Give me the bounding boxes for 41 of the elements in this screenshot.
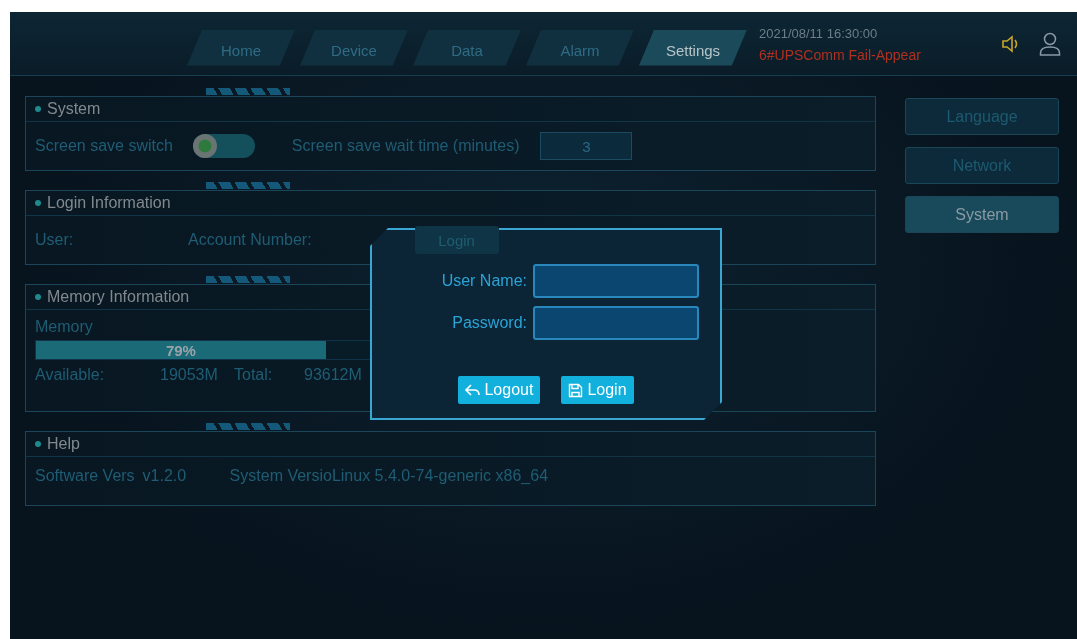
user-icon[interactable]	[1038, 31, 1061, 56]
field-value: 19053M	[160, 366, 219, 384]
section-title: Memory Information	[47, 288, 190, 306]
reply-icon	[465, 384, 481, 396]
bullet-icon	[35, 200, 41, 206]
field-value: Linux 5.4.0-74-generic x86_64	[331, 467, 549, 485]
field-label: Screen save wait time (minutes)	[291, 137, 520, 155]
nav-tab[interactable]: Home	[187, 29, 295, 66]
field-label: Total:	[234, 366, 274, 384]
save-icon	[568, 382, 584, 398]
field-value: v1.2.0	[142, 467, 188, 485]
logout-button[interactable]: Logout	[458, 376, 541, 404]
alarm-message: 6#UPSComm Fail-Appear	[759, 47, 921, 63]
toggle-switch[interactable]	[192, 134, 255, 158]
date-time: 2021/08/11 16:30:00	[759, 26, 879, 41]
nav-tab[interactable]: Settings	[639, 29, 747, 66]
password-field[interactable]	[533, 306, 699, 340]
section-title: System	[47, 100, 101, 118]
bullet-icon	[35, 294, 41, 300]
field-label: Account Number:	[188, 231, 312, 249]
nav-tab[interactable]: Alarm	[526, 29, 634, 66]
nav-tab[interactable]: Data	[413, 29, 521, 66]
field-label: User Name:	[441, 272, 527, 290]
field-label: Screen save switch	[35, 137, 173, 155]
field-label: User:	[35, 231, 75, 249]
nav-tab[interactable]: Device	[300, 29, 408, 66]
bullet-icon	[35, 441, 41, 447]
section-title: Help	[47, 435, 80, 453]
login-button[interactable]: Login	[561, 376, 634, 404]
field-label: Password:	[452, 314, 527, 332]
sidebar-item[interactable]: System	[905, 196, 1059, 233]
field-label: Memory	[35, 318, 93, 336]
bullet-icon	[35, 106, 41, 112]
field-value: 93612M	[304, 366, 362, 384]
section-title: Login Information	[47, 194, 171, 212]
field-label: Software Vers	[35, 467, 135, 485]
field-label: Available:	[35, 366, 106, 384]
field-label: System Versio	[229, 467, 332, 485]
percent-value: 79%	[165, 341, 196, 359]
wait-time-field[interactable]: 3	[540, 132, 633, 160]
username-field[interactable]	[533, 264, 699, 298]
